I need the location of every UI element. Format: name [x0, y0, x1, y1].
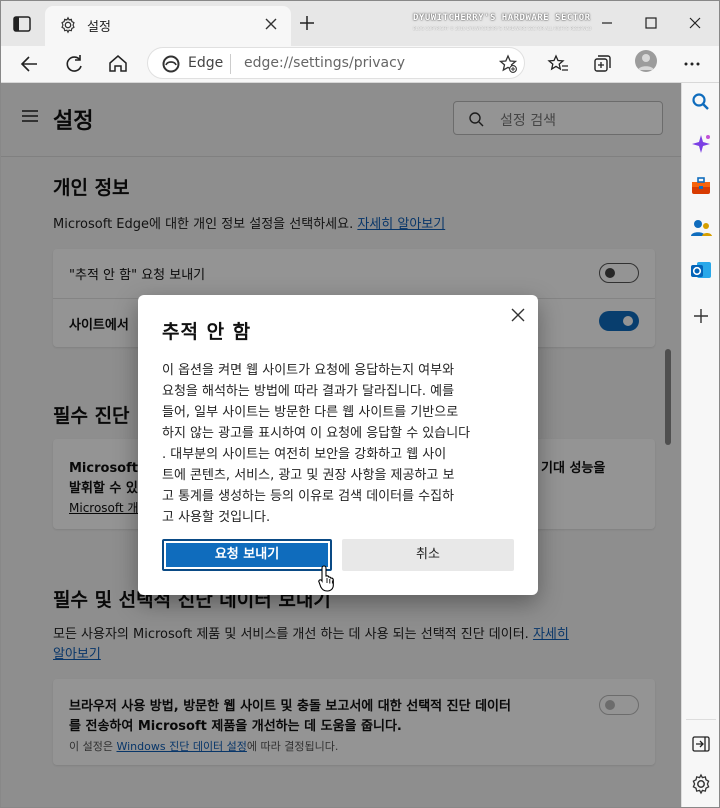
collections-icon[interactable]: [589, 51, 615, 77]
address-bar[interactable]: Edge edge://settings/privacy: [147, 47, 525, 79]
search-icon[interactable]: [688, 89, 714, 115]
dialog-body-line: 트에 콘텐츠, 서비스, 광고 및 권장 사항을 제공하고 보: [162, 468, 455, 483]
gear-icon: [61, 16, 75, 34]
refresh-icon[interactable]: [61, 51, 87, 77]
dialog-body-line: 요청을 해석하는 방법에 따라 결과가 달라집니다. 예를: [162, 384, 455, 399]
window-close-icon[interactable]: [683, 13, 707, 33]
close-icon[interactable]: [263, 16, 279, 32]
edge-sidebar: [681, 83, 719, 807]
dialog-close-icon[interactable]: [508, 305, 528, 325]
outlook-icon[interactable]: [688, 257, 714, 283]
dialog-body-line: 들어, 일부 사이트는 방문한 다른 웹 사이트를 기반으로: [162, 405, 459, 420]
tab-actions-icon[interactable]: [11, 13, 33, 35]
dialog-body-line: 고 사용할 것입니다.: [162, 510, 271, 525]
watermark: DYUWITCHERRY'S HARDWARE SECTOR: [413, 13, 591, 23]
minimize-icon[interactable]: [595, 13, 619, 33]
add-icon[interactable]: [688, 303, 714, 329]
user-icon: [638, 54, 654, 70]
edge-logo-icon: [162, 55, 180, 73]
dialog-title: 추적 안 함: [162, 321, 252, 343]
tab-settings[interactable]: 설정: [45, 6, 291, 46]
maximize-icon[interactable]: [639, 13, 663, 33]
new-tab-icon[interactable]: [297, 13, 317, 33]
tab-title: 설정: [87, 20, 111, 35]
people-icon[interactable]: [688, 215, 714, 241]
home-icon[interactable]: [105, 51, 131, 77]
hand-cursor-icon: [318, 565, 334, 592]
sparkle-icon[interactable]: [688, 131, 714, 157]
tools-briefcase-icon[interactable]: [688, 173, 714, 199]
browser-window: 설정 DYUWITCHERRY'S HARDWARE SECTOR BLOG C…: [0, 0, 720, 808]
send-request-button[interactable]: 요청 보내기: [162, 539, 332, 571]
watermark-sub: BLOG COPYRIGHT © 2016 DYUWITCHERRY'S HAR…: [413, 26, 592, 31]
dialog-body-line: 하지 않는 광고를 표시하여 이 요청에 응답할 수 있습니다: [162, 426, 471, 441]
dialog-body-line: 이 옵션을 켜면 웹 사이트가 요청에 응답하는지 여부와: [162, 363, 455, 378]
dialog-body-line: . 대부분의 사이트는 여전히 보안을 강화하고 웹 사이: [162, 447, 447, 462]
profile-avatar[interactable]: [635, 50, 657, 72]
dialog-body: 이 옵션을 켜면 웹 사이트가 요청에 응답하는지 여부와 요청을 해석하는 방…: [162, 360, 514, 528]
address-brand: Edge: [188, 55, 224, 71]
address-divider: [230, 54, 231, 74]
favorites-icon[interactable]: [545, 51, 571, 77]
sidebar-settings-gear-icon[interactable]: [688, 771, 714, 797]
more-menu-icon[interactable]: [679, 51, 705, 77]
add-favorite-icon[interactable]: [498, 54, 518, 74]
do-not-track-dialog: 추적 안 함 이 옵션을 켜면 웹 사이트가 요청에 응답하는지 여부와 요청을…: [138, 295, 538, 595]
address-url[interactable]: edge://settings/privacy: [244, 55, 405, 71]
hide-sidebar-icon[interactable]: [688, 731, 714, 757]
toolbar: Edge edge://settings/privacy: [1, 46, 719, 83]
tab-strip: 설정 DYUWITCHERRY'S HARDWARE SECTOR BLOG C…: [1, 1, 719, 46]
sidebar-divider: [686, 719, 716, 720]
dialog-body-line: 고 통계를 생성하는 등의 이유로 검색 데이터를 수집하: [162, 489, 455, 504]
cancel-button[interactable]: 취소: [342, 539, 514, 571]
back-icon[interactable]: [17, 51, 43, 77]
